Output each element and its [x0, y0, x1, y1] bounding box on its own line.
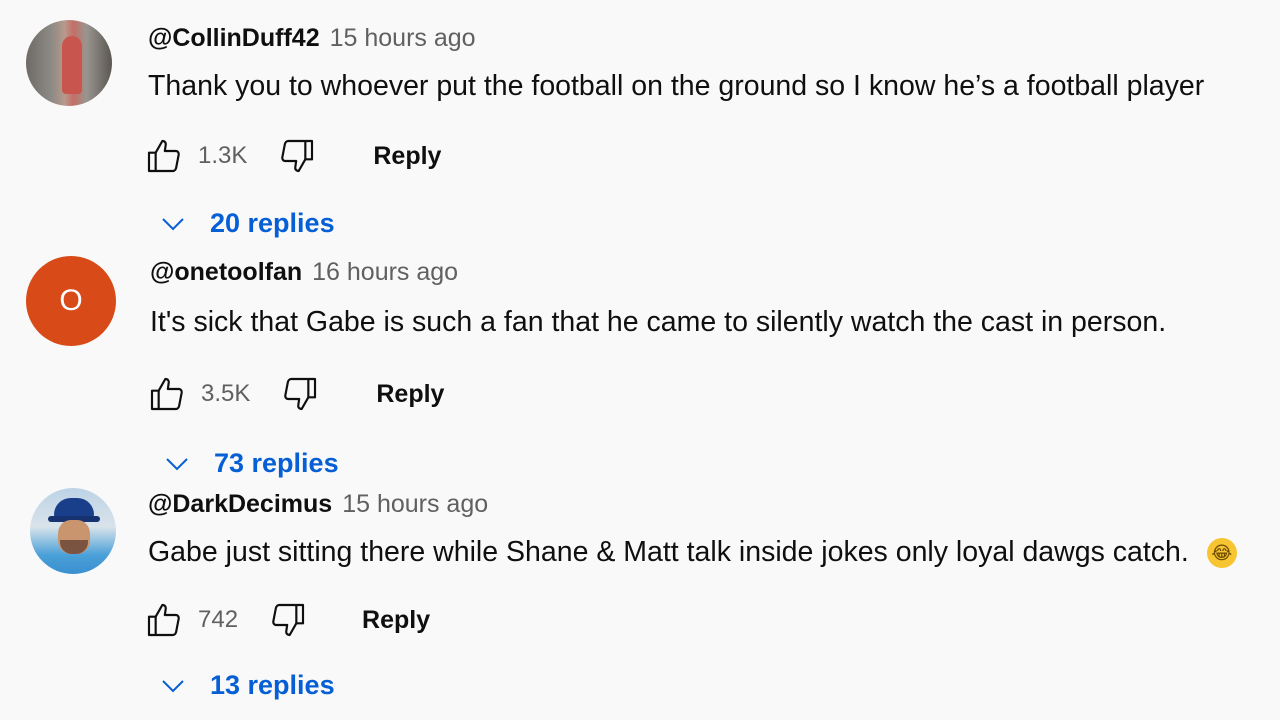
comment-thread: @DarkDecimus 15 hours ago Gabe just sitt… — [0, 470, 1280, 710]
thumbs-down-icon — [284, 377, 317, 411]
like-button[interactable] — [142, 134, 186, 178]
avatar[interactable] — [30, 488, 116, 574]
comment-timestamp[interactable]: 16 hours ago — [312, 258, 458, 287]
reply-button[interactable]: Reply — [373, 142, 441, 171]
dislike-button[interactable] — [275, 134, 319, 178]
replies-count-label: 13 replies — [210, 670, 335, 700]
comment-thread: @CollinDuff42 15 hours ago Thank you to … — [0, 0, 1280, 240]
like-count: 742 — [198, 606, 239, 633]
replies-count-label: 20 replies — [210, 208, 335, 238]
thumbs-up-icon — [147, 139, 180, 173]
comment-header: @onetoolfan 16 hours ago — [150, 258, 458, 292]
comment-author[interactable]: @CollinDuff42 — [148, 24, 320, 53]
reply-button[interactable]: Reply — [362, 606, 430, 635]
like-button[interactable] — [142, 598, 186, 642]
dislike-button[interactable] — [278, 372, 322, 416]
like-count: 1.3K — [198, 142, 248, 169]
cap-shape — [54, 498, 94, 518]
comment-header: @CollinDuff42 15 hours ago — [148, 24, 476, 58]
comment-actions: 1.3K Reply — [142, 134, 441, 178]
avatar[interactable]: O — [26, 256, 116, 346]
comment-text: Thank you to whoever put the football on… — [148, 70, 1205, 102]
avatar[interactable] — [26, 20, 112, 106]
comment-actions: 3.5K Reply — [145, 372, 444, 416]
comment-author[interactable]: @onetoolfan — [150, 258, 302, 287]
comment-header: @DarkDecimus 15 hours ago — [148, 490, 488, 524]
like-count: 3.5K — [201, 380, 251, 407]
like-button[interactable] — [145, 372, 189, 416]
comment-actions: 742 Reply — [142, 598, 430, 642]
reply-button[interactable]: Reply — [376, 380, 444, 409]
thumbs-down-icon — [272, 603, 305, 637]
thumbs-up-icon — [150, 377, 183, 411]
comment-author[interactable]: @DarkDecimus — [148, 490, 332, 519]
thumbs-up-icon — [147, 603, 180, 637]
dislike-button[interactable] — [266, 598, 310, 642]
comment-text: It's sick that Gabe is such a fan that h… — [150, 306, 1167, 338]
laughing-emoji-icon: 😂 — [1206, 538, 1237, 569]
comment-thread: O @onetoolfan 16 hours ago It's sick tha… — [0, 236, 1280, 478]
comment-text: Gabe just sitting there while Shane & Ma… — [148, 536, 1189, 568]
view-replies-button[interactable]: 20 replies — [158, 208, 335, 239]
view-replies-button[interactable]: 13 replies — [158, 670, 335, 701]
avatar-letter: O — [59, 284, 83, 317]
comment-timestamp[interactable]: 15 hours ago — [330, 24, 476, 53]
comment-timestamp[interactable]: 15 hours ago — [342, 490, 488, 519]
chevron-down-icon — [162, 679, 184, 692]
comment-text-row: Gabe just sitting there while Shane & Ma… — [148, 536, 1237, 569]
chevron-down-icon — [162, 217, 184, 230]
thumbs-down-icon — [281, 139, 314, 173]
